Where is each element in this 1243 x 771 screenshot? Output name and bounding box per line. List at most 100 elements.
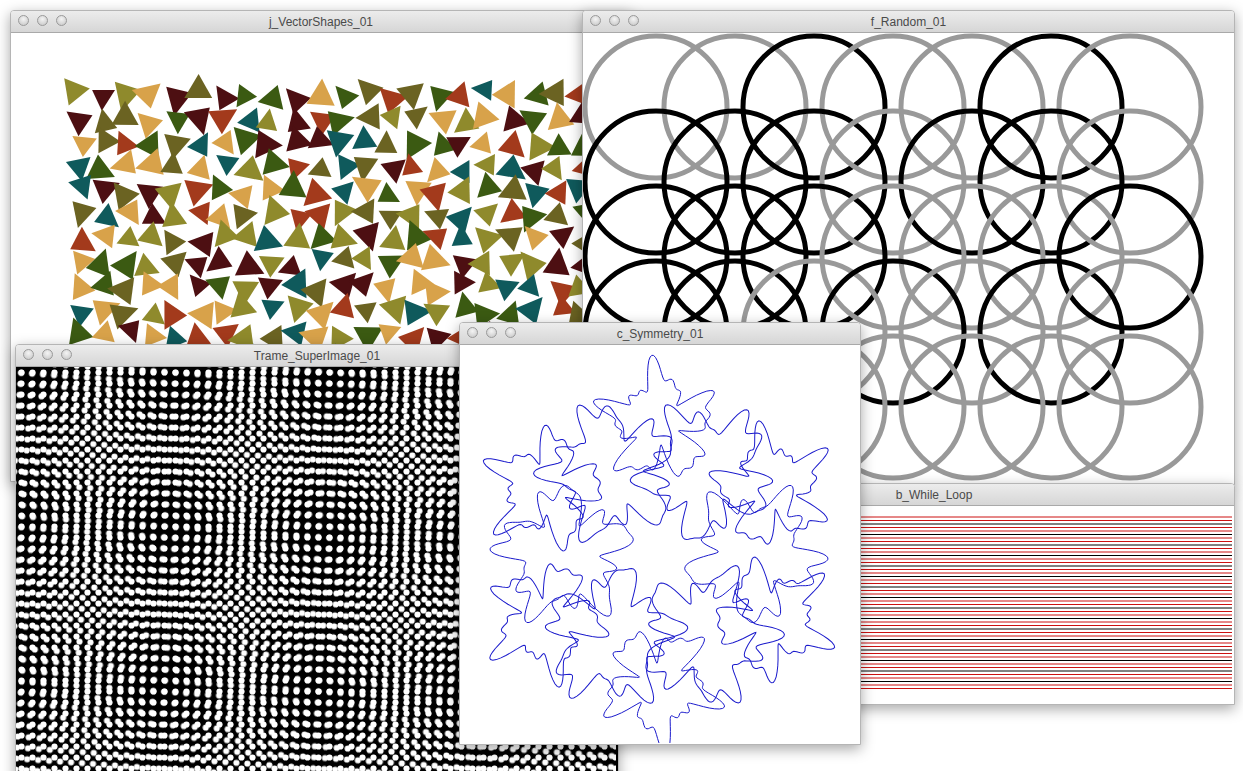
triangle <box>402 153 423 175</box>
triangle <box>427 157 450 182</box>
circle <box>664 111 806 253</box>
zoom-button[interactable] <box>56 15 67 26</box>
triangle <box>164 300 187 330</box>
triangle <box>117 226 140 246</box>
triangle <box>420 183 446 212</box>
circle <box>664 36 806 178</box>
circle <box>822 111 964 253</box>
curve <box>515 373 705 566</box>
circle <box>980 261 1122 403</box>
triangle <box>331 246 354 269</box>
triangle <box>423 304 450 327</box>
minimize-button[interactable] <box>37 15 48 26</box>
close-button[interactable] <box>23 349 34 360</box>
triangle <box>374 130 397 153</box>
triangle <box>329 273 356 298</box>
triangle <box>164 230 186 256</box>
circle <box>743 36 885 178</box>
triangle <box>215 220 240 247</box>
circle <box>585 186 727 328</box>
triangle <box>495 227 522 252</box>
triangle <box>208 109 237 134</box>
triangle <box>187 155 210 180</box>
triangle <box>70 227 96 252</box>
zoom-button[interactable] <box>61 349 72 360</box>
triangle <box>539 79 564 106</box>
minimize-button[interactable] <box>486 327 497 338</box>
triangle <box>261 300 284 320</box>
triangle <box>541 156 562 180</box>
triangle <box>425 280 451 306</box>
triangle <box>498 130 525 157</box>
triangle <box>254 225 283 251</box>
triangle <box>142 203 166 224</box>
triangle <box>454 271 476 295</box>
triangle <box>91 225 115 249</box>
triangle <box>187 132 208 156</box>
triangle <box>184 74 212 98</box>
triangle <box>259 256 285 278</box>
triangle <box>379 324 402 344</box>
triangle <box>471 80 492 101</box>
triangle <box>164 134 191 160</box>
triangle <box>112 101 139 125</box>
triangle <box>110 150 136 174</box>
triangle <box>98 127 120 153</box>
zoom-button[interactable] <box>628 15 639 26</box>
circle <box>1059 261 1201 403</box>
triangle <box>424 209 449 229</box>
triangle <box>473 204 498 227</box>
circle <box>901 186 1043 328</box>
triangle <box>157 274 178 300</box>
triangle <box>90 271 114 296</box>
triangle <box>228 185 252 209</box>
triangle <box>525 183 549 208</box>
triangle <box>545 180 567 205</box>
triangle <box>206 203 231 228</box>
triangle <box>155 183 182 211</box>
triangle <box>134 253 160 276</box>
circle <box>901 111 1043 253</box>
triangle <box>468 251 490 276</box>
triangle <box>381 160 406 184</box>
circle <box>1059 186 1201 328</box>
minimize-button[interactable] <box>609 15 620 26</box>
title-bar[interactable]: f_Random_01 <box>583 11 1234 33</box>
triangle <box>288 107 311 132</box>
triangle <box>233 204 258 229</box>
close-button[interactable] <box>18 15 29 26</box>
curve <box>613 373 803 566</box>
triangle <box>68 175 91 200</box>
symmetry-drawing <box>460 345 858 743</box>
triangle <box>520 161 544 187</box>
triangle <box>188 232 214 257</box>
triangle <box>543 202 568 225</box>
close-button[interactable] <box>590 15 601 26</box>
triangle <box>469 132 491 154</box>
triangle <box>348 272 374 296</box>
title-bar[interactable]: c_Symmetry_01 <box>460 323 860 345</box>
triangle <box>473 154 495 175</box>
minimize-button[interactable] <box>42 349 53 360</box>
triangle <box>519 110 547 135</box>
close-button[interactable] <box>467 327 478 338</box>
curve <box>460 545 624 710</box>
circle <box>822 36 964 178</box>
title-bar[interactable]: j_VectorShapes_01 <box>11 11 631 33</box>
triangle <box>429 110 457 134</box>
triangle <box>232 221 257 247</box>
triangle <box>142 271 164 295</box>
circle <box>901 261 1043 403</box>
triangle <box>73 201 97 228</box>
circle <box>1059 111 1201 253</box>
window-controls <box>467 327 516 338</box>
triangle <box>473 102 500 130</box>
triangle <box>304 178 333 206</box>
triangle <box>237 108 260 133</box>
zoom-button[interactable] <box>505 327 516 338</box>
triangle <box>142 303 165 325</box>
sketch-window[interactable]: c_Symmetry_01 <box>459 322 861 745</box>
triangle <box>256 108 277 130</box>
window-title: Trame_SuperImage_01 <box>254 349 380 363</box>
triangle <box>447 176 470 204</box>
